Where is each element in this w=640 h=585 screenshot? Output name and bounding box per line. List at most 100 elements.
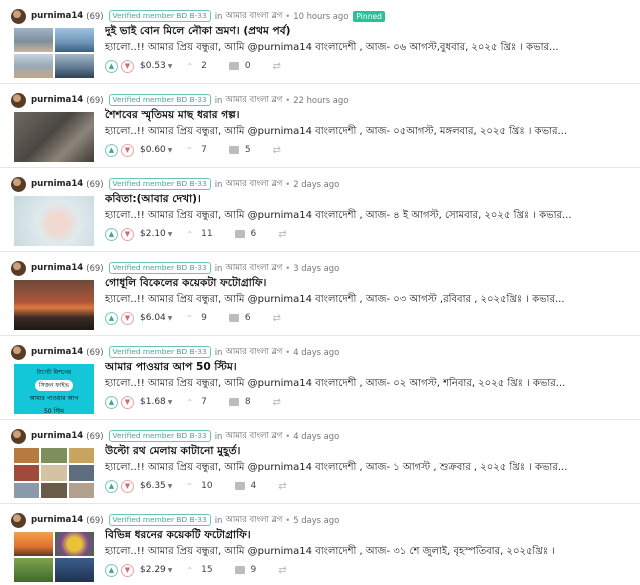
chevron-up-icon[interactable]: ▲ <box>105 563 118 577</box>
avatar[interactable] <box>11 92 26 108</box>
payout-value[interactable]: $6.04 <box>140 313 166 323</box>
reply-count[interactable]: 9 <box>251 565 257 575</box>
chevron-down-icon[interactable]: ▼ <box>121 311 134 325</box>
post-title[interactable]: দুই ভাই বোন মিলে নৌকা ভ্রমণ। (প্রথম পর্ব… <box>105 24 625 41</box>
author-link[interactable]: purnima14 <box>31 515 83 525</box>
comment-icon[interactable] <box>228 146 239 154</box>
reply-count[interactable]: 5 <box>245 145 251 155</box>
chevron-up-icon[interactable]: ▲ <box>105 59 118 73</box>
comment-icon[interactable] <box>228 314 239 322</box>
post-time[interactable]: 2 days ago <box>293 179 339 189</box>
vote-count[interactable]: 15 <box>201 565 212 575</box>
post-thumbnail[interactable] <box>14 448 94 498</box>
payout-value[interactable]: $2.10 <box>140 229 166 239</box>
post-thumbnail[interactable] <box>14 280 94 330</box>
reply-count[interactable]: 4 <box>251 481 257 491</box>
community-link[interactable]: আমার বাংলা ব্লগ <box>225 93 282 107</box>
author-link[interactable]: purnima14 <box>31 431 83 441</box>
post-thumbnail[interactable] <box>14 196 94 246</box>
avatar[interactable] <box>11 8 26 24</box>
post-card[interactable]: purnima14 (69) Verified member BD B-33 i… <box>0 252 640 336</box>
comment-icon[interactable] <box>234 230 245 238</box>
post-card[interactable]: purnima14 (69) Verified member BD B-33 i… <box>0 504 640 585</box>
community-link[interactable]: আমার বাংলা ব্লগ <box>225 261 282 275</box>
author-link[interactable]: purnima14 <box>31 263 83 273</box>
reply-count[interactable]: 6 <box>245 313 251 323</box>
payout-value[interactable]: $1.68 <box>140 397 166 407</box>
payout-value[interactable]: $0.60 <box>140 145 166 155</box>
comment-icon[interactable] <box>228 62 239 70</box>
post-title[interactable]: উল্টো রথ মেলায় কাটানো মুহূর্ত। <box>105 444 625 461</box>
post-card[interactable]: purnima14 (69) Verified member BD B-33 i… <box>0 0 640 84</box>
chevron-down-icon[interactable]: ▼ <box>121 227 134 241</box>
post-title[interactable]: শৈশবের স্মৃতিময় মাছ ধরার গল্প। <box>105 108 625 125</box>
community-link[interactable]: আমার বাংলা ব্লগ <box>225 345 282 359</box>
community-link[interactable]: আমার বাংলা ব্লগ <box>225 9 282 23</box>
caret-down-icon[interactable]: ▼ <box>168 231 173 238</box>
post-excerpt[interactable]: হ্যালো..!! আমার প্রিয় বন্ধুরা, আমি @pur… <box>105 292 625 309</box>
vote-count[interactable]: 7 <box>201 145 207 155</box>
post-card[interactable]: purnima14 (69) Verified member BD B-33 i… <box>0 84 640 168</box>
post-excerpt[interactable]: হ্যালো..!! আমার প্রিয় বন্ধুরা, আমি @pur… <box>105 208 625 225</box>
vote-count[interactable]: 9 <box>201 313 207 323</box>
resteem-icon[interactable]: ⇄ <box>278 229 286 240</box>
reply-count[interactable]: 6 <box>251 229 257 239</box>
post-time[interactable]: 3 days ago <box>293 263 339 273</box>
post-time[interactable]: 5 days ago <box>293 515 339 525</box>
post-title[interactable]: বিভিন্ন ধরনের কয়েকটি ফটোগ্রাফি। <box>105 528 625 545</box>
chevron-up-icon[interactable]: ▲ <box>105 227 118 241</box>
community-link[interactable]: আমার বাংলা ব্লগ <box>225 429 282 443</box>
resteem-icon[interactable]: ⇄ <box>273 145 281 156</box>
comment-icon[interactable] <box>228 398 239 406</box>
post-time[interactable]: 4 days ago <box>293 431 339 441</box>
post-card[interactable]: purnima14 (69) Verified member BD B-33 i… <box>0 168 640 252</box>
post-excerpt[interactable]: হ্যালো..!! আমার প্রিয় বন্ধুরা, আমি @pur… <box>105 376 625 393</box>
vote-count[interactable]: 10 <box>201 481 212 491</box>
vote-count[interactable]: 7 <box>201 397 207 407</box>
chevron-down-icon[interactable]: ▼ <box>121 395 134 409</box>
post-title[interactable]: কবিতা:(আবার দেখা)। <box>105 192 625 209</box>
avatar[interactable] <box>11 344 26 360</box>
author-link[interactable]: purnima14 <box>31 179 83 189</box>
resteem-icon[interactable]: ⇄ <box>273 61 281 72</box>
avatar[interactable] <box>11 176 26 192</box>
caret-down-icon[interactable]: ▼ <box>168 147 173 154</box>
community-link[interactable]: আমার বাংলা ব্লগ <box>225 177 282 191</box>
reply-count[interactable]: 0 <box>245 61 251 71</box>
chevron-down-icon[interactable]: ▼ <box>121 563 134 577</box>
resteem-icon[interactable]: ⇄ <box>273 313 281 324</box>
post-time[interactable]: 22 hours ago <box>293 95 348 105</box>
caret-down-icon[interactable]: ▼ <box>168 63 173 70</box>
payout-value[interactable]: $0.53 <box>140 61 166 71</box>
payout-value[interactable]: $2.29 <box>140 565 166 575</box>
caret-down-icon[interactable]: ▼ <box>168 483 173 490</box>
post-title[interactable]: আমার পাওয়ার আপ 50 স্টিম। <box>105 360 625 377</box>
payout-value[interactable]: $6.35 <box>140 481 166 491</box>
author-link[interactable]: purnima14 <box>31 11 83 21</box>
post-excerpt[interactable]: হ্যালো..!! আমার প্রিয় বন্ধুরা, আমি @pur… <box>105 40 625 57</box>
post-thumbnail[interactable] <box>14 532 94 582</box>
vote-count[interactable]: 11 <box>201 229 212 239</box>
chevron-down-icon[interactable]: ▼ <box>121 479 134 493</box>
post-thumbnail[interactable] <box>14 112 94 162</box>
resteem-icon[interactable]: ⇄ <box>278 565 286 576</box>
chevron-up-icon[interactable]: ▲ <box>105 143 118 157</box>
post-thumbnail[interactable] <box>14 28 94 78</box>
caret-down-icon[interactable]: ▼ <box>168 567 173 574</box>
post-excerpt[interactable]: হ্যালো..!! আমার প্রিয় বন্ধুরা, আমি @pur… <box>105 460 625 477</box>
comment-icon[interactable] <box>234 566 245 574</box>
resteem-icon[interactable]: ⇄ <box>273 397 281 408</box>
community-link[interactable]: আমার বাংলা ব্লগ <box>225 513 282 527</box>
caret-down-icon[interactable]: ▼ <box>168 315 173 322</box>
vote-count[interactable]: 2 <box>201 61 207 71</box>
author-link[interactable]: purnima14 <box>31 347 83 357</box>
post-excerpt[interactable]: হ্যালো..!! আমার প্রিয় বন্ধুরা, আমি @pur… <box>105 544 625 561</box>
chevron-up-icon[interactable]: ▲ <box>105 311 118 325</box>
chevron-up-icon[interactable]: ▲ <box>105 395 118 409</box>
resteem-icon[interactable]: ⇄ <box>278 481 286 492</box>
avatar[interactable] <box>11 512 26 528</box>
post-thumbnail[interactable]: টার্গেট মিশনের সিজন ফাইভ আমার পাওয়ার আপ… <box>14 364 94 414</box>
comment-icon[interactable] <box>234 482 245 490</box>
post-excerpt[interactable]: হ্যালো..!! আমার প্রিয় বন্ধুরা, আমি @pur… <box>105 124 625 141</box>
post-card[interactable]: purnima14 (69) Verified member BD B-33 i… <box>0 336 640 420</box>
